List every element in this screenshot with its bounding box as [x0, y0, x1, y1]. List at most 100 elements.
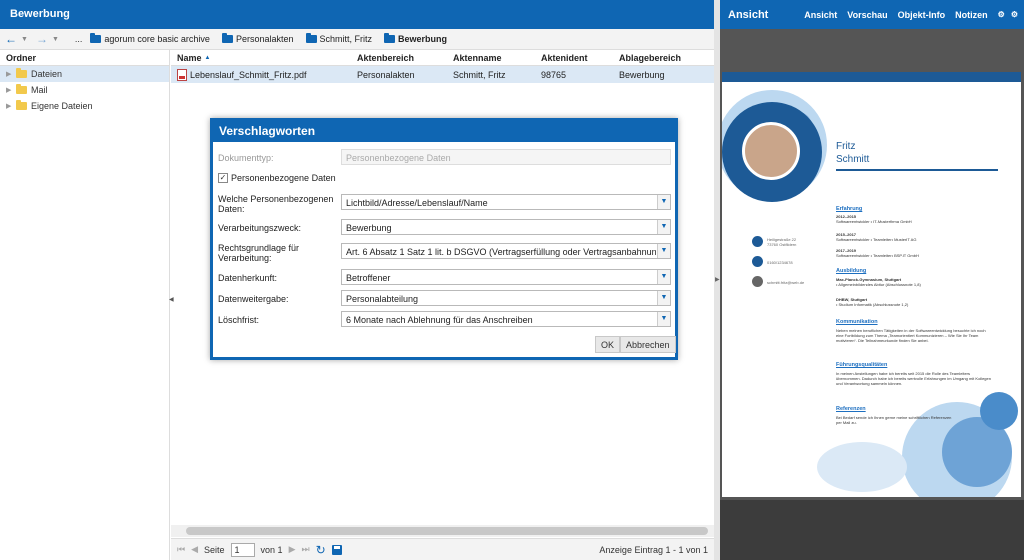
cv-document: Fritz Schmitt Heiligestraße 22 73760 Ost… [722, 72, 1021, 497]
folder-tree-header: Ordner [0, 50, 169, 66]
table-row[interactable]: Lebenslauf_Schmitt_Fritz.pdf Personalakt… [171, 66, 714, 83]
save-icon[interactable] [331, 544, 342, 555]
prev-page-icon[interactable]: ◀ [191, 544, 198, 555]
decorative-circle [980, 392, 1018, 430]
column-header-ablagebereich[interactable]: Ablagebereich [619, 53, 714, 63]
dokumenttyp-label: Dokumenttyp: [218, 153, 274, 163]
breadcrumb-overflow[interactable]: ... [75, 34, 83, 44]
forward-icon[interactable]: → [36, 32, 48, 46]
section-referenzen: Referenzen [836, 406, 866, 412]
datenweitergabe-select[interactable]: Personalabteilung ▼ [341, 290, 671, 306]
expand-arrow-icon[interactable]: ▶ [6, 86, 12, 94]
expand-arrow-icon[interactable]: ▶ [6, 70, 12, 78]
cv-phone: 0160/1234678 [767, 260, 793, 265]
field-label: Datenweitergabe: [218, 294, 289, 304]
cv-last-name: Schmitt [836, 154, 870, 165]
collapse-preview-icon[interactable]: ▶ [715, 276, 720, 283]
tab-objekt-info[interactable]: Objekt-Info [898, 10, 946, 20]
preview-title: Ansicht [728, 8, 769, 21]
folder-icon [384, 33, 396, 43]
preview-header: Ansicht Ansicht Vorschau Objekt-Info Not… [720, 0, 1024, 29]
field-label: Rechtsgrundlage für Verarbeitung: [218, 243, 300, 263]
breadcrumb-item-archive[interactable]: agorum core basic archive [90, 33, 210, 44]
ok-button[interactable]: OK [595, 336, 621, 353]
cv-entry: 2012–2015 Softwareentwickler • IT-Musterf… [836, 214, 912, 224]
cancel-button[interactable]: Abbrechen [620, 336, 676, 353]
page-input[interactable]: 1 [230, 542, 255, 557]
back-icon[interactable]: ← [5, 32, 17, 46]
tab-vorschau[interactable]: Vorschau [847, 10, 887, 20]
breadcrumb-item-bewerbung[interactable]: Bewerbung [384, 33, 447, 44]
cell-aktenbereich: Personalakten [357, 69, 415, 80]
column-header-name[interactable]: Name ▲ [171, 53, 357, 63]
datenherkunft-select[interactable]: Betroffener ▼ [341, 269, 671, 285]
folder-icon [90, 33, 102, 43]
cv-header-band [722, 72, 1021, 82]
scrollbar-thumb[interactable] [186, 527, 708, 535]
section-erfahrung: Erfahrung [836, 206, 863, 212]
verarbeitungszweck-select[interactable]: Bewerbung ▼ [341, 219, 671, 235]
column-header-aktenbereich[interactable]: Aktenbereich [357, 53, 453, 63]
personenbezogene-daten-select[interactable]: Lichtbild/Adresse/Lebenslauf/Name ▼ [341, 194, 671, 210]
back-history-chevron-icon[interactable]: ▼ [21, 36, 28, 43]
decorative-circle [817, 442, 907, 492]
tab-notizen[interactable]: Notizen [955, 10, 988, 20]
name-underline [836, 169, 998, 171]
folder-tree: Ordner ▶ Dateien ▶ Mail ▶ Eigene Dateien [0, 50, 170, 560]
field-label: Welche Personenbezogenen Daten: [218, 194, 334, 214]
cv-email: schmitt.fritz@web.de [767, 280, 805, 285]
refresh-icon[interactable]: ↻ [316, 543, 326, 557]
dokumenttyp-field: Personenbezogene Daten [341, 149, 671, 165]
location-icon [752, 236, 763, 247]
cv-entry: 2017–2019 Softwareentwickler • Teamleiter… [836, 248, 919, 258]
checkmark-icon[interactable]: ✓ [218, 173, 228, 183]
cell-name: Lebenslauf_Schmitt_Fritz.pdf [190, 69, 307, 80]
table-header: Name ▲ Aktenbereich Aktenname Aktenident … [171, 50, 714, 66]
cv-entry: Max-Planck-Gymnasium, Stuttgart • Allgeme… [836, 277, 921, 287]
last-page-icon[interactable]: ⏭ [302, 544, 310, 555]
section-ausbildung: Ausbildung [836, 268, 867, 274]
tree-item-mail[interactable]: ▶ Mail [0, 82, 169, 98]
expand-arrow-icon[interactable]: ▶ [6, 102, 12, 110]
pager-info: Anzeige Eintrag 1 - 1 von 1 [599, 544, 708, 555]
rechtsgrundlage-select[interactable]: Art. 6 Absatz 1 Satz 1 lit. b DSGVO (Ver… [341, 243, 671, 259]
pin-icon[interactable]: ⚙ [998, 10, 1005, 19]
column-header-aktenname[interactable]: Aktenname [453, 53, 541, 63]
column-header-aktenident[interactable]: Aktenident [541, 53, 619, 63]
cv-address: Heiligestraße 22 73760 Ostfildern [767, 237, 797, 247]
breadcrumb-item-schmitt[interactable]: Schmitt, Fritz [305, 33, 372, 44]
folder-icon [16, 68, 27, 78]
forward-history-chevron-icon[interactable]: ▼ [52, 36, 59, 43]
section-kommunikation: Kommunikation [836, 319, 878, 325]
sort-asc-icon: ▲ [204, 54, 211, 61]
chevron-down-icon[interactable]: ▼ [657, 270, 670, 284]
tree-item-dateien[interactable]: ▶ Dateien [0, 66, 169, 82]
settings-icon[interactable]: ⚙ [1011, 10, 1018, 19]
field-label: Datenherkunft: [218, 273, 278, 283]
cv-entry: 2015–2017 Softwareentwickler • Teamleiter… [836, 232, 917, 242]
chevron-down-icon[interactable]: ▼ [657, 312, 670, 326]
folder-icon [16, 84, 27, 94]
tab-ansicht[interactable]: Ansicht [804, 10, 837, 20]
tree-item-eigene-dateien[interactable]: ▶ Eigene Dateien [0, 98, 169, 114]
folder-icon [221, 33, 233, 43]
cell-aktenname: Schmitt, Fritz [453, 69, 506, 80]
section-fuehrung: Führungsqualitäten [836, 362, 888, 368]
page-label: Seite [204, 544, 225, 555]
window-title: Bewerbung [0, 0, 714, 29]
field-label: Löschfrist: [218, 315, 260, 325]
loeschfrist-select[interactable]: 6 Monate nach Ablehnung für das Anschrei… [341, 311, 671, 327]
chevron-down-icon[interactable]: ▼ [657, 195, 670, 209]
chevron-down-icon[interactable]: ▼ [657, 244, 670, 258]
personenbezogene-daten-checkbox[interactable]: ✓ Personenbezogene Daten [218, 173, 336, 183]
cv-paragraph: Neben meinen beruflichen Tätigkeiten in … [836, 328, 986, 343]
chevron-down-icon[interactable]: ▼ [657, 220, 670, 234]
horizontal-scrollbar[interactable] [171, 525, 714, 537]
pager: ⏮ ◀ Seite 1 von 1 ▶ ⏭ ↻ Anzeige Eintrag … [171, 538, 714, 560]
first-page-icon[interactable]: ⏮ [177, 544, 185, 555]
chevron-down-icon[interactable]: ▼ [657, 291, 670, 305]
profile-photo [742, 122, 800, 180]
verschlagworten-dialog: Verschlagworten Dokumenttyp: Personenbez… [210, 118, 678, 360]
next-page-icon[interactable]: ▶ [289, 544, 296, 555]
breadcrumb-item-personalakten[interactable]: Personalakten [221, 33, 294, 44]
